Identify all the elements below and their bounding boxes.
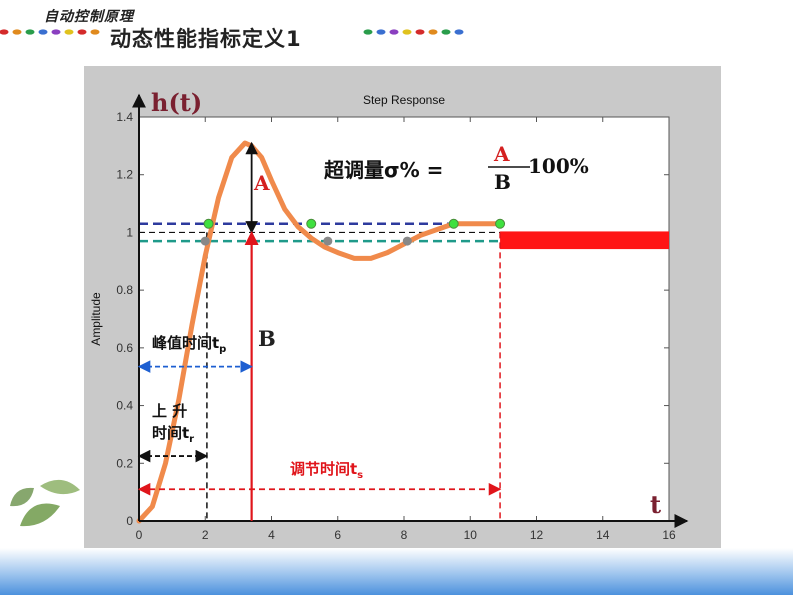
peak-time-subscript: p bbox=[219, 344, 227, 355]
x-tick-label: 0 bbox=[136, 528, 143, 542]
settling-time-label: 调节时间ts bbox=[290, 458, 363, 481]
rise-time-text: 时间t bbox=[152, 424, 190, 442]
band-crossing-marker bbox=[200, 236, 210, 246]
rise-time-line1: 上 升 bbox=[152, 402, 188, 420]
divider-dot bbox=[415, 29, 425, 35]
x-tick-label: 4 bbox=[268, 528, 275, 542]
y-axis-symbol: h(t) bbox=[151, 88, 203, 117]
y-tick-label: 1 bbox=[126, 225, 133, 239]
y-tick-label: 0.2 bbox=[116, 456, 133, 470]
divider-dot bbox=[12, 29, 22, 35]
band-crossing-marker bbox=[323, 236, 333, 246]
fraction-rhs: 100% bbox=[528, 154, 589, 178]
chart-title: Step Response bbox=[363, 93, 445, 107]
rise-time-line2: 时间tr bbox=[152, 422, 194, 445]
final-value-label-b: B bbox=[258, 326, 276, 351]
y-tick-label: 0.6 bbox=[116, 341, 133, 355]
y-tick-label: 1.2 bbox=[116, 168, 133, 182]
divider-dot bbox=[64, 29, 74, 35]
divider-dot bbox=[25, 29, 35, 35]
step-response-figure: Step ResponseTime (sec)Amplitude02468101… bbox=[84, 66, 721, 574]
x-tick-label: 2 bbox=[202, 528, 209, 542]
band-crossing-marker bbox=[306, 218, 317, 229]
leaf-shape bbox=[20, 503, 60, 527]
x-tick-label: 6 bbox=[334, 528, 341, 542]
divider-dot bbox=[441, 29, 451, 35]
band-crossing-marker bbox=[402, 236, 412, 246]
step-response-chart: Step ResponseTime (sec)Amplitude02468101… bbox=[89, 93, 689, 564]
overshoot-formula-lhs: 超调量σ% = bbox=[324, 158, 444, 182]
y-axis-label: Amplitude bbox=[89, 292, 103, 346]
divider-dot bbox=[51, 29, 61, 35]
leaf-decoration bbox=[10, 479, 80, 527]
divider-dot bbox=[90, 29, 100, 35]
divider-dot bbox=[363, 29, 373, 35]
x-tick-label: 14 bbox=[596, 528, 610, 542]
y-tick-label: 0 bbox=[126, 514, 133, 528]
overshoot-label-a: A bbox=[254, 171, 270, 195]
divider-dot bbox=[402, 29, 412, 35]
x-axis-symbol: t bbox=[650, 490, 662, 519]
slide-title: 动态性能指标定义1 bbox=[110, 27, 302, 51]
band-crossing-marker bbox=[448, 218, 459, 229]
settling-time-subscript: s bbox=[357, 470, 364, 481]
leaf-shape bbox=[40, 479, 80, 495]
y-tick-label: 1.4 bbox=[116, 110, 133, 124]
divider-dot bbox=[428, 29, 438, 35]
band-crossing-marker bbox=[495, 218, 506, 229]
y-tick-label: 0.4 bbox=[116, 399, 133, 413]
settling-time-text: 调节时间t bbox=[290, 460, 358, 478]
leaf-shape bbox=[10, 487, 34, 507]
divider-dot bbox=[376, 29, 386, 35]
divider-dot bbox=[454, 29, 464, 35]
rise-time-subscript: r bbox=[189, 434, 195, 445]
x-tick-label: 10 bbox=[464, 528, 478, 542]
divider-dot bbox=[77, 29, 87, 35]
divider-dot bbox=[0, 29, 9, 35]
band-crossing-marker bbox=[203, 218, 214, 229]
x-tick-label: 16 bbox=[662, 528, 676, 542]
footer-gradient-bar bbox=[0, 548, 793, 595]
fraction-denominator: B bbox=[494, 170, 511, 194]
divider-dot bbox=[389, 29, 399, 35]
steady-state-bar bbox=[500, 231, 669, 250]
x-tick-label: 8 bbox=[401, 528, 408, 542]
peak-time-label: 峰值时间tp bbox=[152, 332, 226, 355]
x-tick-label: 12 bbox=[530, 528, 544, 542]
fraction-numerator: A bbox=[494, 142, 510, 166]
peak-time-text: 峰值时间t bbox=[152, 334, 220, 352]
y-tick-label: 0.8 bbox=[116, 283, 133, 297]
divider-dot bbox=[38, 29, 48, 35]
